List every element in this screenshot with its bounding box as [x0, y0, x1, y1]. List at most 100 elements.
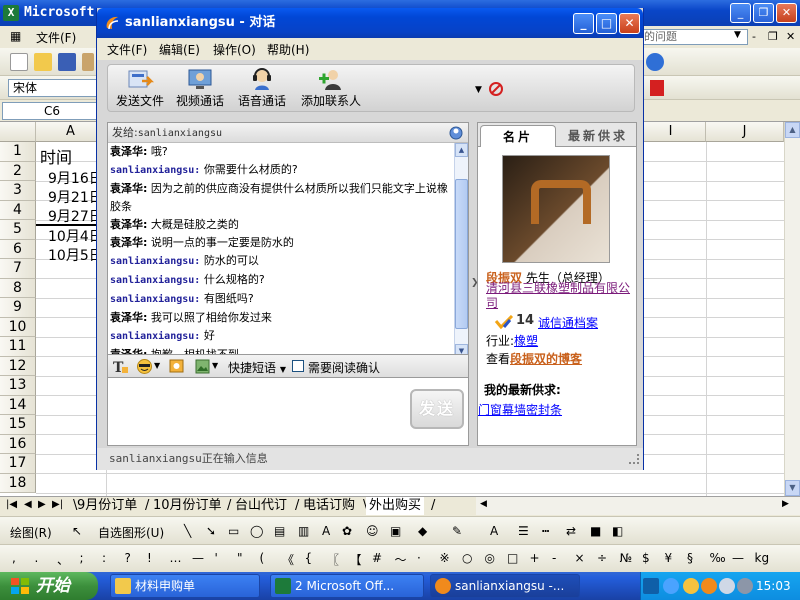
scroll-up-icon[interactable]: ▲ [455, 143, 468, 157]
scroll-up-icon[interactable]: ▲ [785, 122, 800, 138]
dash-style-icon[interactable]: ┅ [542, 524, 549, 538]
panel-splitter-icon[interactable]: ❯ [471, 278, 479, 288]
rectangle-icon[interactable]: ▭ [228, 524, 239, 538]
taskbar-item-excel[interactable]: 2 Microsoft Off... [270, 574, 424, 598]
toolbar-more-icon[interactable]: ▼ [475, 85, 482, 95]
cell-a5[interactable]: 10月4日 [48, 226, 103, 246]
symbol-button[interactable]: + [530, 551, 540, 565]
tab-prev-icon[interactable]: ◀ [24, 499, 32, 510]
anchor-icon[interactable] [643, 578, 659, 594]
scroll-down-icon[interactable]: ▼ [785, 480, 800, 496]
trust-pass-link[interactable]: 诚信通档案 [538, 314, 598, 331]
cell-a4[interactable]: 9月27日 [48, 206, 103, 226]
symbol-button[interactable]: ～ [395, 551, 407, 568]
excel-vertical-scrollbar[interactable]: ▲ ▼ [784, 122, 800, 496]
row-header[interactable]: 3 [0, 181, 36, 201]
symbol-button[interactable]: " [237, 551, 243, 565]
row-header[interactable]: 4 [0, 200, 36, 220]
symbol-button[interactable]: … [170, 551, 182, 565]
profile-photo[interactable] [502, 155, 610, 263]
chat-menu-help[interactable]: 帮助(H) [267, 41, 309, 58]
add-contact-button[interactable]: 添加联系人 [300, 67, 362, 111]
sheet-tab-taishan[interactable]: 台山代订 [232, 497, 290, 515]
symbol-button[interactable]: — [192, 551, 204, 565]
picture-icon[interactable]: ▣ [390, 524, 401, 538]
sheet-tab-oct-orders[interactable]: 10月份订单 [150, 497, 225, 515]
voice-call-button[interactable]: 语音通话 [236, 67, 288, 111]
latest-supply-item[interactable]: 门窗幕墙密封条 [478, 401, 562, 418]
shadow-icon[interactable]: ■ [590, 524, 601, 538]
line-color-icon[interactable]: ✎ [452, 524, 462, 538]
symbol-button[interactable]: × [575, 551, 585, 565]
tab-latest-supply[interactable]: 最新供求 [560, 125, 636, 147]
chat-menu-edit[interactable]: 编辑(E) [159, 41, 200, 58]
aliwangwang-tray-icon[interactable] [701, 578, 717, 594]
column-header-j[interactable]: J [706, 122, 784, 142]
symbol-button[interactable]: ◎ [485, 551, 495, 565]
excel-minimize-button[interactable]: _ [730, 3, 751, 23]
mdi-close-icon[interactable]: ✕ [786, 30, 795, 43]
symbol-button[interactable]: ! [147, 551, 152, 565]
picture-dropdown-icon[interactable]: ▼ [212, 361, 218, 370]
symbol-button[interactable]: — [732, 551, 744, 565]
row-header[interactable]: 1 [0, 142, 36, 162]
symbol-button[interactable]: · [417, 551, 421, 565]
symbol-button[interactable]: 、 [57, 551, 69, 568]
symbol-button[interactable]: ( [260, 551, 265, 565]
select-objects-icon[interactable]: ↖ [72, 524, 82, 538]
excel-close-button[interactable]: ✕ [776, 3, 797, 23]
symbol-button[interactable]: { [305, 551, 313, 565]
symbol-button[interactable]: . [35, 551, 39, 565]
clipart-icon[interactable]: ☺ [366, 524, 379, 538]
symbol-button[interactable]: : [102, 551, 106, 565]
emoticon-dropdown-icon[interactable]: ▼ [154, 361, 160, 370]
cell-a1[interactable]: 时间 [40, 144, 72, 168]
symbol-button[interactable]: 《 [282, 551, 294, 568]
row-header[interactable]: 17 [0, 454, 36, 474]
row-header[interactable]: 8 [0, 278, 36, 298]
screenshot-icon[interactable] [168, 358, 185, 375]
chat-menu-action[interactable]: 操作(O) [213, 41, 256, 58]
sheet-tab-phone-orders[interactable]: 电话订购 [300, 497, 358, 515]
name-box[interactable]: C6 [2, 102, 102, 120]
company-link[interactable]: 清河县三联橡塑制品有限公司 [486, 281, 630, 311]
textbox-icon[interactable]: ▤ [274, 524, 285, 538]
chat-close-button[interactable]: ✕ [619, 13, 640, 34]
autoshape-menu[interactable]: 自选图形(U) [98, 524, 164, 541]
video-call-button[interactable]: 视频通话 [174, 67, 226, 111]
tab-last-icon[interactable]: ▶| [52, 499, 63, 510]
permission-icon[interactable] [82, 53, 94, 71]
picture-icon[interactable] [194, 358, 211, 375]
send-file-button[interactable]: 发送文件 [114, 67, 166, 111]
row-header[interactable]: 12 [0, 356, 36, 376]
symbol-button[interactable]: - [552, 551, 556, 565]
row-header[interactable]: 15 [0, 415, 36, 435]
symbol-button[interactable]: ' [215, 551, 218, 565]
chat-menu-file[interactable]: 文件(F) [107, 41, 147, 58]
font-name-box[interactable]: 宋体 [8, 79, 98, 97]
message-scrollbar[interactable]: ▲ ▼ [454, 143, 468, 359]
row-header[interactable]: 9 [0, 298, 36, 318]
volume-icon[interactable] [737, 578, 753, 594]
excel-horizontal-scrollbar[interactable]: ◀ ▶ [476, 497, 800, 515]
quick-reply-button[interactable]: 快捷短语 ▼ [228, 359, 286, 376]
symbol-button[interactable]: ¥ [665, 551, 673, 565]
oval-icon[interactable]: ◯ [250, 524, 263, 538]
row-header[interactable]: 18 [0, 473, 36, 493]
sheet-tab-sept-orders[interactable]: 9月份订单 [74, 497, 140, 515]
symbol-button[interactable]: 〖 [327, 551, 339, 568]
tab-first-icon[interactable]: |◀ [6, 499, 17, 510]
open-folder-icon[interactable] [34, 53, 52, 71]
font-color-icon[interactable] [650, 80, 664, 96]
industry-link[interactable]: 橡塑 [514, 334, 538, 348]
block-contact-icon[interactable] [488, 81, 504, 97]
sheet-tab-outside-purchase[interactable]: 外出购买 [366, 497, 425, 515]
row-header[interactable]: 10 [0, 317, 36, 337]
symbol-button[interactable]: ※ [440, 551, 450, 565]
save-icon[interactable] [58, 53, 76, 71]
diagram-icon[interactable]: ✿ [342, 524, 352, 538]
taskbar-item-chat[interactable]: sanlianxiangsu -... [430, 574, 580, 598]
tab-next-icon[interactable]: ▶ [38, 499, 46, 510]
symbol-button[interactable]: kg [755, 551, 770, 565]
row-header[interactable]: 16 [0, 434, 36, 454]
